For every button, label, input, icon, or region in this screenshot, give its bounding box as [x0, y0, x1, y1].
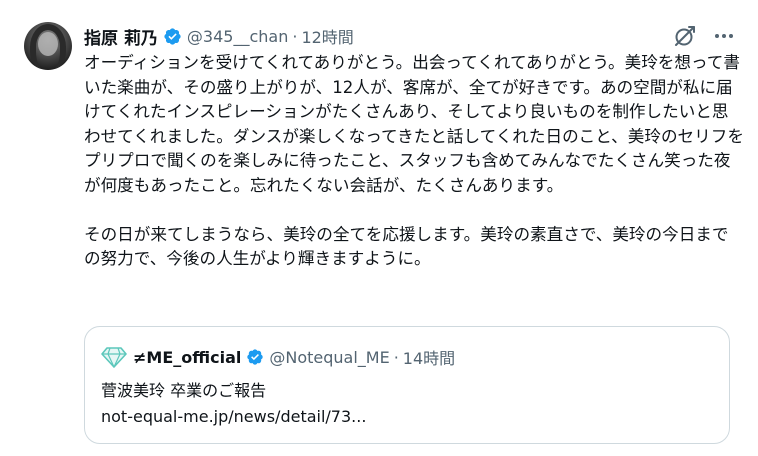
tweet-timestamp[interactable]: 12時間 — [301, 24, 353, 48]
quoted-tweet-text: 菅波美玲 卒業のご報告 — [101, 381, 267, 400]
tweet: 指原 莉乃 @345__chan · 12時間 オーディションを受けてくれてあり… — [0, 0, 758, 456]
author-name[interactable]: 指原 莉乃 — [84, 24, 158, 49]
verified-badge-icon — [164, 27, 181, 45]
quoted-header-separator: · — [393, 347, 399, 367]
header-separator: · — [292, 26, 298, 46]
tweet-paragraph-2: その日が来てしまうなら、美玲の全てを応援します。美玲の素直さで、美玲の今日までの… — [84, 224, 729, 269]
tweet-header: 指原 莉乃 @345__chan · 12時間 — [84, 23, 354, 49]
tweet-paragraph-1: オーディションを受けてくれてありがとう。出会ってくれてありがとう。美玲を想って書… — [84, 53, 744, 195]
quoted-tweet-card[interactable]: ≠ME_official @Notequal_ME · 14時間 菅波美玲 卒業… — [84, 326, 730, 444]
quoted-author-name: ≠ME_official — [133, 347, 242, 367]
verified-badge-icon — [247, 349, 264, 365]
more-icon[interactable] — [712, 24, 736, 48]
grok-icon[interactable] — [673, 24, 697, 48]
author-handle[interactable]: @345__chan — [187, 27, 288, 46]
quoted-tweet-header: ≠ME_official @Notequal_ME · 14時間 — [101, 345, 455, 369]
quoted-author-handle: @Notequal_ME — [269, 347, 390, 367]
quoted-tweet-link[interactable]: not-equal-me.jp/news/detail/73... — [101, 405, 366, 429]
diamond-logo-icon — [101, 347, 127, 368]
author-avatar[interactable] — [24, 22, 72, 70]
quoted-timestamp: 14時間 — [402, 349, 456, 368]
tweet-text: オーディションを受けてくれてありがとう。出会ってくれてありがとう。美玲を想って書… — [84, 51, 744, 272]
